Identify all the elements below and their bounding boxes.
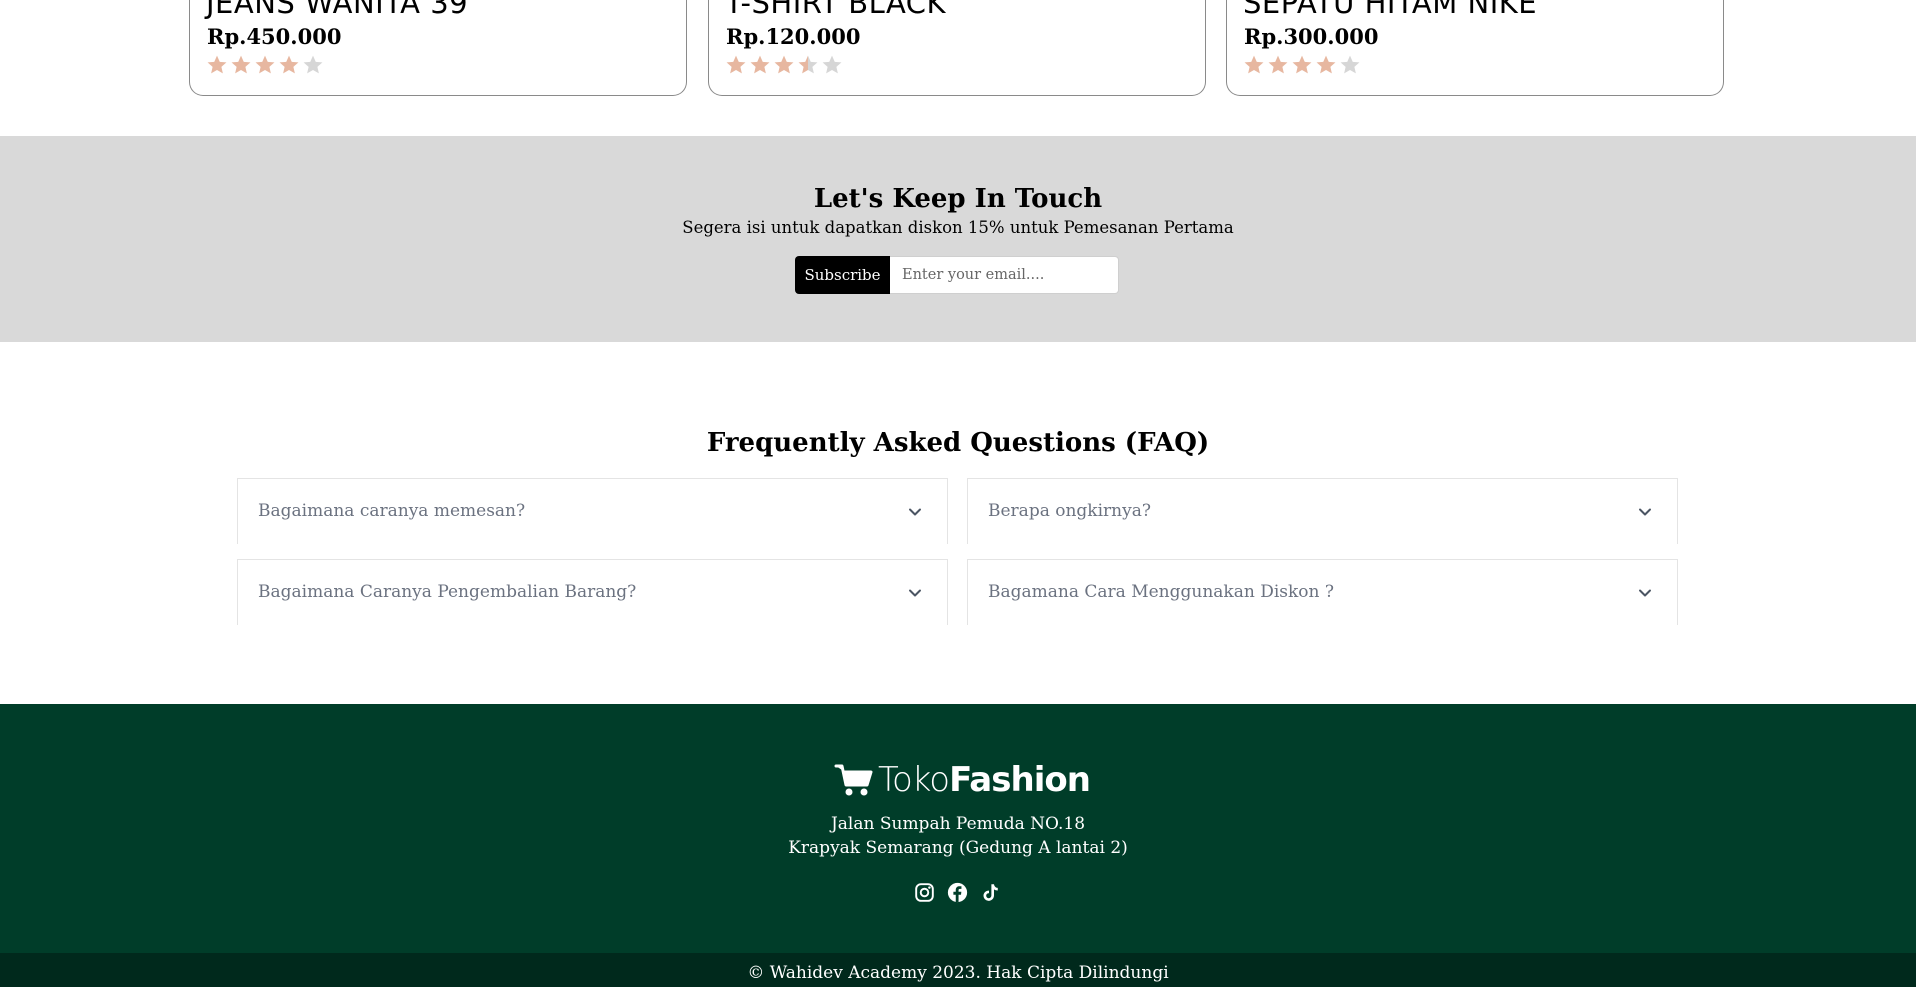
star-filled-icon: [1268, 55, 1288, 74]
newsletter-title: Let's Keep In Touch: [813, 184, 1103, 214]
product-card[interactable]: JEANS WANITA 39 Rp.450.000: [189, 0, 687, 96]
copyright-bar: © Wahidev Academy 2023. Hak Cipta Dilind…: [0, 953, 1916, 987]
product-rating: [725, 54, 843, 76]
star-filled-icon: [255, 55, 275, 74]
star-filled-icon: [726, 55, 746, 74]
subscribe-form: Subscribe: [795, 256, 1119, 294]
product-list: JEANS WANITA 39 Rp.450.000 T-SHIRT BLACK…: [0, 0, 1916, 136]
faq-question: Bagamana Cara Menggunakan Diskon ?: [988, 582, 1334, 602]
product-card[interactable]: SEPATU HITAM NIKE Rp.300.000: [1226, 0, 1724, 96]
star-empty-icon: [1340, 55, 1360, 74]
product-name: T-SHIRT BLACK: [725, 0, 947, 20]
faq-item[interactable]: Berapa ongkirnya?: [967, 478, 1678, 544]
star-filled-icon: [231, 55, 251, 74]
social-links: [914, 882, 1001, 903]
star-filled-icon: [207, 55, 227, 74]
product-price: Rp.450.000: [207, 24, 342, 49]
product-name: SEPATU HITAM NIKE: [1243, 0, 1538, 20]
faq-question: Berapa ongkirnya?: [988, 501, 1151, 521]
faq-item[interactable]: Bagaimana Caranya Pengembalian Barang?: [237, 559, 948, 625]
star-filled-icon: [1292, 55, 1312, 74]
newsletter-section: Let's Keep In Touch Segera isi untuk dap…: [0, 136, 1916, 342]
newsletter-subtitle: Segera isi untuk dapatkan diskon 15% unt…: [682, 218, 1234, 237]
product-rating: [1243, 54, 1361, 76]
faq-item[interactable]: Bagaimana caranya memesan?: [237, 478, 948, 544]
chevron-down-icon[interactable]: [907, 585, 923, 601]
tiktok-icon[interactable]: [980, 882, 1001, 903]
address-line-1: Jalan Sumpah Pemuda NO.18: [830, 814, 1086, 834]
logo-text-light: Toko: [878, 760, 950, 800]
faq-question: Bagaimana caranya memesan?: [258, 501, 526, 521]
star-filled-icon: [774, 55, 794, 74]
star-half-icon: [798, 55, 818, 74]
page: JEANS WANITA 39 Rp.450.000 T-SHIRT BLACK…: [0, 0, 1916, 987]
star-filled-icon: [1244, 55, 1264, 74]
product-price: Rp.120.000: [726, 24, 861, 49]
cart-icon: [834, 764, 873, 796]
chevron-down-icon[interactable]: [1637, 504, 1653, 520]
product-name: JEANS WANITA 39: [206, 0, 469, 20]
star-filled-icon: [1316, 55, 1336, 74]
address-line-2: Krapyak Semarang (Gedung A lantai 2): [788, 838, 1128, 858]
star-empty-icon: [303, 55, 323, 74]
footer: Toko Fashion Jalan Sumpah Pemuda NO.18 K…: [0, 704, 1916, 953]
footer-logo[interactable]: Toko Fashion: [834, 758, 1091, 802]
star-filled-icon: [279, 55, 299, 74]
product-rating: [206, 54, 324, 76]
faq-title: Frequently Asked Questions (FAQ): [706, 428, 1210, 458]
faq-question: Bagaimana Caranya Pengembalian Barang?: [258, 582, 637, 602]
product-price: Rp.300.000: [1244, 24, 1379, 49]
chevron-down-icon[interactable]: [1637, 585, 1653, 601]
facebook-icon[interactable]: [947, 882, 968, 903]
star-filled-icon: [750, 55, 770, 74]
email-input[interactable]: [890, 256, 1119, 294]
chevron-down-icon[interactable]: [907, 504, 923, 520]
star-empty-icon: [822, 55, 842, 74]
logo-text-bold: Fashion: [949, 760, 1091, 800]
product-card[interactable]: T-SHIRT BLACK Rp.120.000: [708, 0, 1206, 96]
instagram-icon[interactable]: [914, 882, 935, 903]
faq-item[interactable]: Bagamana Cara Menggunakan Diskon ?: [967, 559, 1678, 625]
copyright-text: © Wahidev Academy 2023. Hak Cipta Dilind…: [747, 963, 1169, 983]
subscribe-button[interactable]: Subscribe: [795, 256, 890, 294]
